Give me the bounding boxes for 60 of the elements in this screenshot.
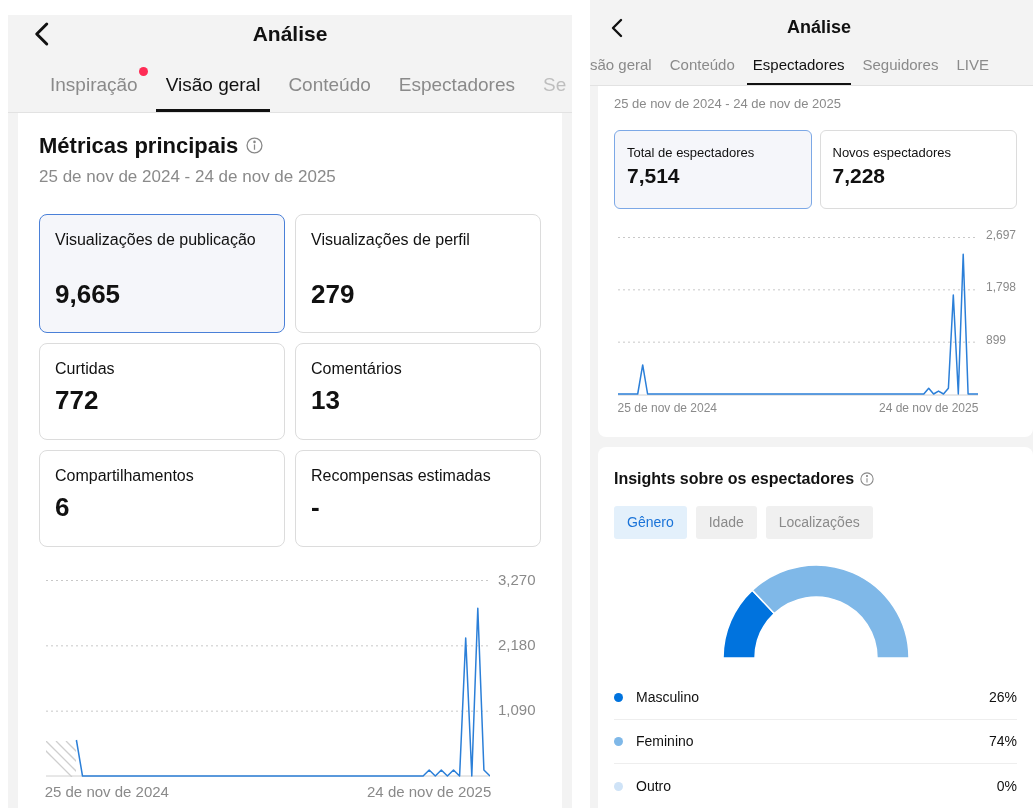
screen-title: Análise — [787, 16, 852, 40]
x-axis-label: 25 de nov de 2024 — [617, 400, 717, 417]
filter-chip[interactable]: Idade — [695, 506, 757, 539]
y-axis-label: 3,270 — [498, 571, 536, 587]
info-icon[interactable] — [246, 137, 264, 154]
metric-value: 7,514 — [627, 162, 681, 189]
y-axis-label: 2,697 — [986, 229, 1017, 241]
y-axis-label: 2,180 — [498, 636, 536, 652]
filter-chip[interactable]: Localizações — [765, 506, 873, 539]
tab[interactable]: LIVE — [950, 55, 995, 85]
metric-label: Comentários — [311, 358, 403, 379]
date-range: 25 de nov de 2024 - 24 de nov de 2025 — [614, 94, 842, 113]
tab[interactable]: Espectadores — [746, 55, 851, 85]
y-axis-label: 899 — [986, 333, 1007, 346]
metric-label: Recompensas estimadas — [311, 465, 492, 486]
metric-label: Compartilhamentos — [55, 465, 195, 486]
metric-card[interactable]: Novos espectadores 7,228 — [819, 130, 1017, 209]
metric-value: 7,228 — [832, 162, 887, 189]
info-icon[interactable] — [860, 472, 875, 486]
tab[interactable]: são geral — [590, 55, 658, 85]
tab[interactable]: Conteúdo — [278, 70, 381, 112]
legend-label: Outro — [636, 776, 671, 796]
section-title: Métricas principais — [39, 132, 239, 160]
metric-label: Curtidas — [55, 358, 116, 379]
y-axis-label: 1,090 — [498, 702, 536, 718]
metric-label: Novos espectadores — [832, 144, 952, 162]
metric-value: 6 — [55, 490, 71, 523]
metric-value: 279 — [311, 277, 356, 310]
legend-value: 26% — [988, 688, 1017, 707]
metric-label: Visualizações de perfil — [311, 229, 471, 250]
tab[interactable]: Conteúdo — [663, 55, 741, 85]
metric-value: 772 — [55, 383, 100, 416]
metric-label: Visualizações de publicação — [55, 229, 257, 250]
legend-label: Feminino — [636, 732, 694, 751]
metric-card[interactable]: Visualizações de perfil 279 — [295, 213, 541, 333]
metric-value: 13 — [311, 383, 341, 416]
x-axis-label: 25 de nov de 2024 — [44, 781, 169, 802]
date-range: 25 de nov de 2024 - 24 de nov de 2025 — [39, 166, 337, 188]
tab[interactable]: Seguidores — [856, 55, 945, 85]
legend-value: 0% — [996, 776, 1017, 796]
metric-card[interactable]: Compartilhamentos 6 — [39, 449, 285, 547]
legend-value: 74% — [988, 732, 1017, 751]
metric-card[interactable]: Recompensas estimadas - — [295, 449, 541, 547]
hatch-drawing — [46, 740, 77, 777]
legend-label: Masculino — [636, 688, 700, 707]
x-axis-label: 24 de nov de 2025 — [367, 781, 492, 802]
metric-card[interactable]: Total de espectadores 7,514 — [614, 130, 812, 209]
metric-card[interactable]: Comentários 13 — [295, 342, 541, 440]
metric-value: 9,665 — [55, 277, 122, 310]
filter-chip[interactable]: Gênero — [614, 506, 687, 539]
x-axis-label: 24 de nov de 2025 — [878, 400, 979, 417]
tab[interactable]: Inspiração — [40, 70, 148, 112]
screen-title: Análise — [252, 21, 328, 48]
tab[interactable]: Espectadores — [388, 70, 525, 112]
metric-value: - — [311, 490, 321, 523]
section-title: Insights sobre os espectadores — [614, 469, 855, 489]
metric-card[interactable]: Curtidas 772 — [39, 342, 285, 440]
metric-card[interactable]: Visualizações de publicação 9,665 — [39, 213, 285, 333]
y-axis-label: 1,798 — [986, 281, 1017, 294]
metric-label: Total de espectadores — [627, 144, 756, 162]
